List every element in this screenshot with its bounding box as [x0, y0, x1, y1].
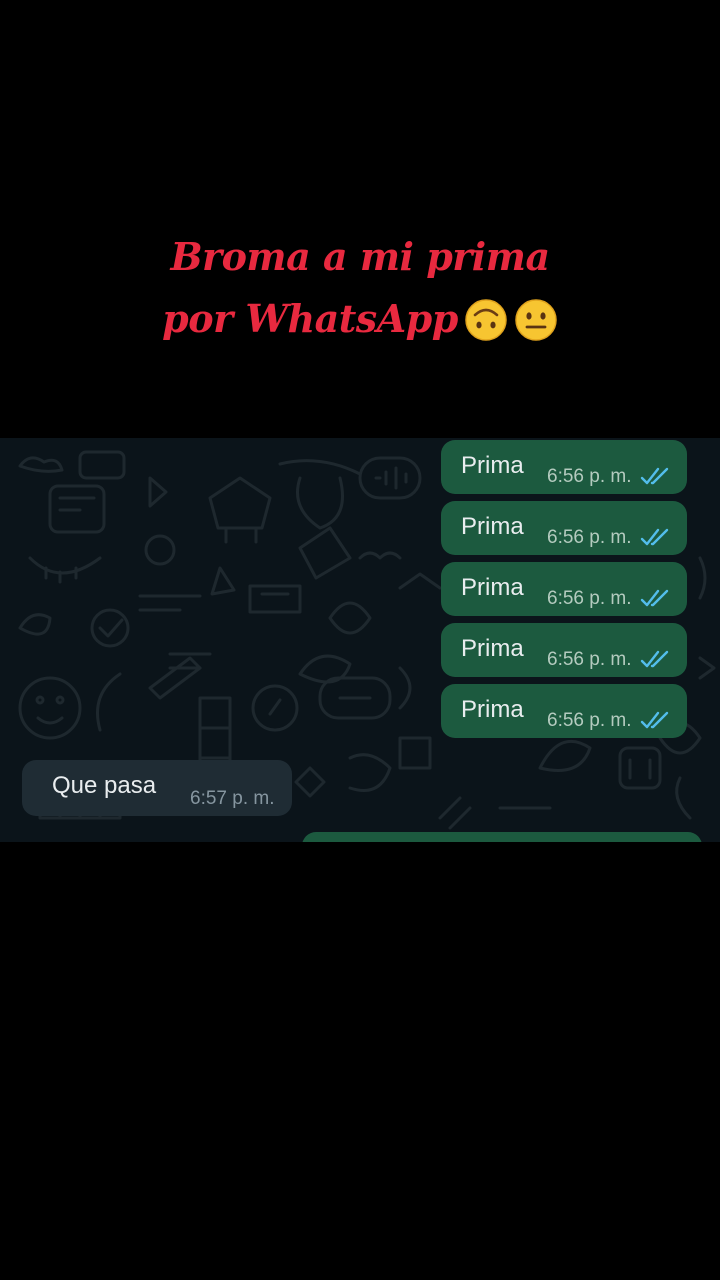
outgoing-message[interactable]: Prima 6:56 p. m. — [441, 623, 687, 677]
message-text: Prima — [461, 574, 524, 601]
message-time: 6:56 p. m. — [547, 588, 632, 609]
upside-down-face-emoji-icon — [465, 299, 507, 341]
outgoing-message[interactable]: Prima 6:56 p. m. — [441, 501, 687, 555]
outgoing-message[interactable]: Prima 6:56 p. m. — [441, 684, 687, 738]
message-text: Prima — [461, 696, 524, 723]
read-receipt-double-check-icon — [640, 589, 669, 607]
read-receipt-double-check-icon — [640, 711, 669, 729]
caption-line-1: Broma a mi prima — [170, 234, 550, 279]
read-receipt-double-check-icon — [640, 528, 669, 546]
caption-line-2-text: por WhatsApp — [162, 296, 458, 341]
read-receipt-double-check-icon — [640, 467, 669, 485]
caption-line-2: por WhatsApp — [0, 288, 720, 350]
chat-screenshot: Prima 6:56 p. m. Prima 6:56 p. m. Prima … — [0, 438, 720, 842]
incoming-message[interactable]: Que pasa 6:57 p. m. — [22, 760, 292, 816]
outgoing-message[interactable]: Prima 6:56 p. m. — [441, 440, 687, 494]
outgoing-message[interactable]: Prima 6:56 p. m. — [441, 562, 687, 616]
message-time: 6:57 p. m. — [190, 788, 275, 809]
message-text: Prima — [461, 513, 524, 540]
neutral-face-emoji-icon — [515, 299, 557, 341]
message-time: 6:56 p. m. — [547, 466, 632, 487]
message-text: Prima — [461, 452, 524, 479]
message-text: Prima — [461, 635, 524, 662]
message-time: 6:56 p. m. — [547, 527, 632, 548]
message-time: 6:56 p. m. — [547, 649, 632, 670]
read-receipt-double-check-icon — [640, 650, 669, 668]
video-caption: Broma a mi prima por WhatsApp — [0, 226, 720, 350]
outgoing-message-partial[interactable] — [302, 832, 702, 842]
message-time: 6:56 p. m. — [547, 710, 632, 731]
message-text: Que pasa — [52, 772, 157, 799]
